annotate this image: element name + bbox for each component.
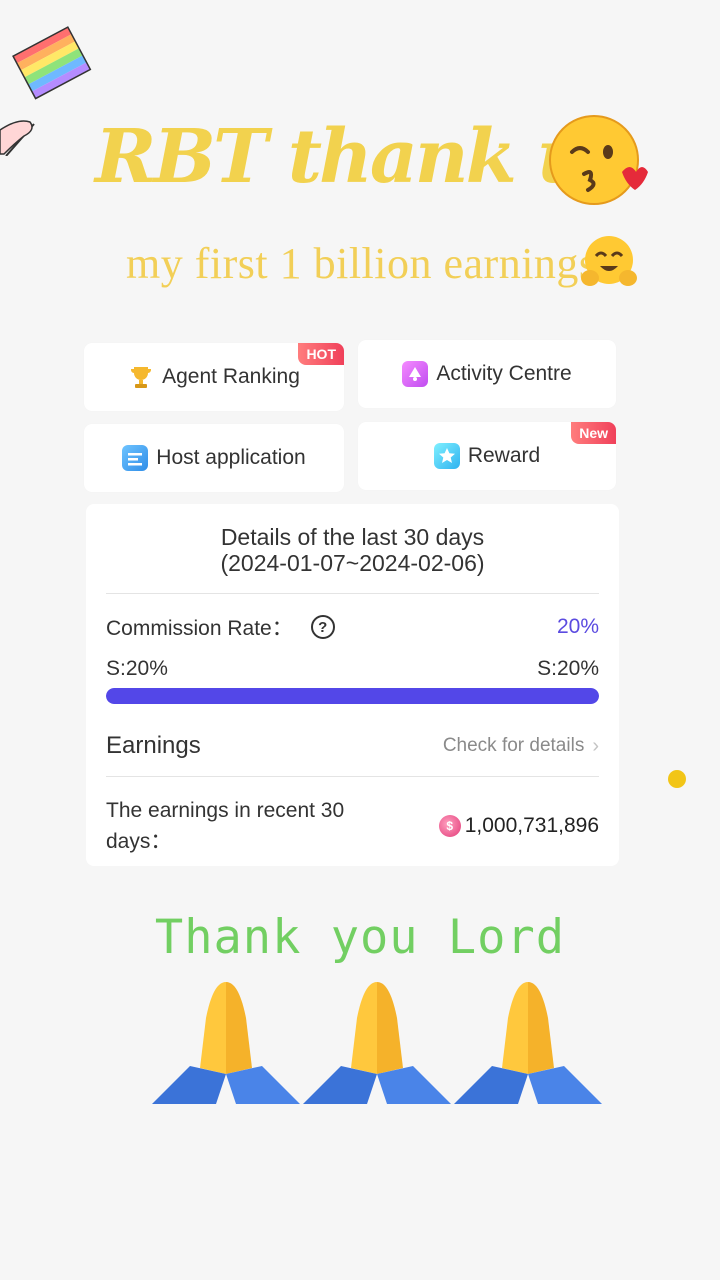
start-level-label: S:20%	[106, 657, 168, 680]
earnings-row: Earnings Check for details ›	[106, 726, 599, 766]
overlay-subtitle: my first 1 billion earnings	[126, 239, 597, 288]
host-application-label: Host application	[156, 446, 306, 469]
commission-label-group: Commission Rate： ?	[106, 612, 335, 642]
help-icon[interactable]: ?	[310, 615, 335, 639]
decorative-dot	[668, 770, 686, 788]
trophy-icon	[128, 364, 154, 390]
commission-progress-fill	[106, 688, 599, 704]
recent-earnings-value: 1,000,731,896	[464, 814, 599, 837]
hugging-face-emoji	[581, 236, 637, 286]
praying-hands-emoji	[303, 982, 451, 1104]
earnings-details-card: Details of the last 30 days (2024-01-07~…	[86, 504, 619, 866]
activity-icon	[402, 361, 429, 387]
kissing-face-emoji	[549, 115, 648, 205]
reward-label: Reward	[467, 444, 541, 467]
check-details-link[interactable]: Check for details ›	[443, 735, 599, 758]
divider	[106, 593, 599, 594]
details-date-range: (2024-01-07~2024-02-06)	[220, 550, 485, 576]
activity-centre-tile[interactable]: Activity Centre	[358, 340, 616, 408]
reward-tile[interactable]: Reward New	[358, 422, 616, 490]
check-details-label: Check for details	[442, 735, 585, 756]
praying-hands-emoji	[152, 982, 300, 1104]
thank-you-caption: Thank you Lord	[154, 910, 566, 965]
activity-centre-label: Activity Centre	[436, 362, 572, 385]
details-heading-title: Details of the last 30 days	[220, 524, 485, 550]
host-application-tile[interactable]: Host application	[84, 424, 344, 492]
recent-earnings-label: The earnings in recent 30 days：	[106, 799, 345, 853]
end-level-label: S:20%	[537, 657, 599, 680]
star-icon	[433, 443, 460, 469]
hot-badge: HOT	[298, 343, 344, 365]
commission-value: 20%	[556, 615, 599, 638]
praying-hands-emoji	[454, 982, 602, 1104]
recent-earnings-value-group: $ 1,000,731,896	[438, 814, 599, 838]
commission-label: Commission Rate：	[106, 617, 293, 640]
rainbow-flag-icon	[0, 26, 92, 156]
divider	[106, 776, 599, 777]
agent-ranking-label: Agent Ranking	[162, 365, 300, 388]
earnings-title: Earnings	[106, 732, 201, 759]
details-heading: Details of the last 30 days (2024-01-07~…	[86, 504, 619, 576]
coin-icon: $	[438, 815, 461, 837]
commission-progress-bar	[106, 688, 599, 704]
overlay-title: RBT thank u	[95, 114, 590, 200]
level-row: S:20% S:20%	[106, 654, 599, 684]
agent-ranking-tile[interactable]: Agent Ranking HOT	[84, 343, 344, 411]
document-icon	[122, 445, 149, 471]
new-badge: New	[571, 422, 616, 444]
chevron-right-icon: ›	[592, 734, 599, 757]
commission-row: Commission Rate： ? 20%	[106, 610, 599, 644]
recent-earnings-row: The earnings in recent 30 days： $ 1,000,…	[106, 794, 599, 858]
